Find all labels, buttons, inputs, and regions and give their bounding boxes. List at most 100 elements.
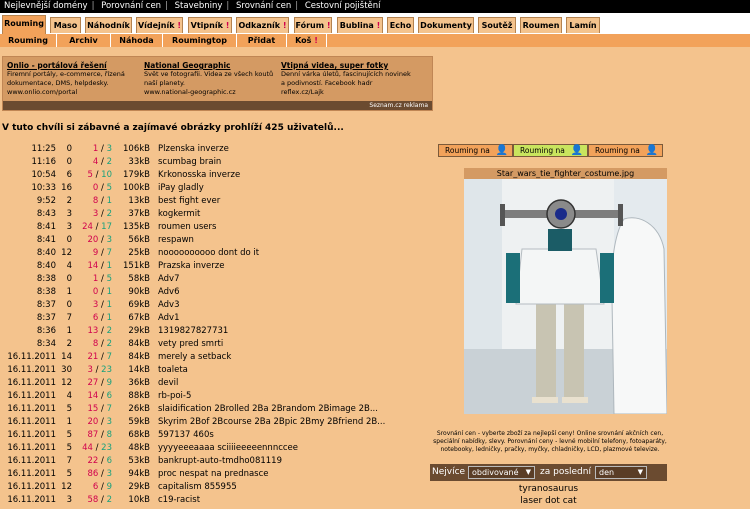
row-title-link[interactable]: kogkermit [158, 208, 200, 221]
ad-title[interactable]: Onlio - portálová řešení [7, 61, 137, 70]
row-title-link[interactable]: Krkonosska inverze [158, 169, 240, 182]
top-link[interactable]: Srovnání cen [236, 1, 291, 11]
table-row[interactable]: 8:41 3 24 / 17 135kB roumen users [0, 221, 430, 234]
table-row[interactable]: 10:54 6 5 / 10 179kB Krkonosska inverze [0, 169, 430, 182]
row-title-link[interactable]: rb-poi-5 [158, 390, 191, 403]
ad-url[interactable]: www.national-geographic.cz [144, 88, 274, 97]
row-title-link[interactable]: Adv6 [158, 286, 180, 299]
table-row[interactable]: 16.11.2011 5 15 / 7 26kB slaidification 2Bro… [0, 403, 430, 416]
row-title-link[interactable]: slaidification 2Brolled 2Ba 2Brandom 2Bi… [158, 403, 378, 416]
table-row[interactable]: 16.11.2011 3 58 / 2 10kB c19-racist [0, 494, 430, 507]
table-row[interactable]: 16.11.2011 12 6 / 9 29kB capitalism 855955 [0, 481, 430, 494]
tab-rouming[interactable]: Rouming [2, 15, 46, 34]
tab-roumen[interactable]: Roumen [520, 17, 562, 33]
table-row[interactable]: 10:33 16 0 / 5 100kB iPay gladly [0, 182, 430, 195]
row-title-link[interactable]: capitalism 855955 [158, 481, 237, 494]
preview-photo[interactable] [464, 179, 667, 414]
table-row[interactable]: 9:52 2 8 / 1 13kB best fight ever [0, 195, 430, 208]
row-title-link[interactable]: roumen users [158, 221, 216, 234]
ad-title[interactable]: National Geographic [144, 61, 274, 70]
ad-url[interactable]: reflex.cz/Lajk [281, 88, 411, 97]
row-title-link[interactable]: merely a setback [158, 351, 231, 364]
tab-bublina[interactable]: Bublina ! [337, 17, 383, 33]
top-list-item[interactable]: laser dot cat [430, 495, 667, 507]
row-title-link[interactable]: 597137 460s [158, 429, 214, 442]
table-row[interactable]: 16.11.2011 5 44 / 23 48kB yyyyeeeaaaa sciiii… [0, 442, 430, 455]
rouming-button[interactable]: Rouming na 👤 [438, 144, 513, 157]
image-caption[interactable]: Star_wars_tie_fighter_costume.jpg [464, 168, 667, 179]
table-row[interactable]: 16.11.2011 1 20 / 3 59kB Skyrim 2Bof 2Bcours… [0, 416, 430, 429]
tab-lamin[interactable]: Lamín [566, 17, 600, 33]
ad-url[interactable]: www.onlio.com/portal [7, 88, 137, 97]
row-title-link[interactable]: 1319827827731 [158, 325, 228, 338]
table-row[interactable]: 16.11.2011 4 14 / 6 88kB rb-poi-5 [0, 390, 430, 403]
tab-maso[interactable]: Maso [50, 17, 81, 33]
ad-footer[interactable]: Seznam.cz reklama [3, 101, 432, 110]
top-link[interactable]: Cestovní pojištění [305, 1, 381, 11]
row-title-link[interactable]: Adv3 [158, 299, 180, 312]
table-row[interactable]: 16.11.2011 5 86 / 3 94kB proc nespat na pred… [0, 468, 430, 481]
subnav-archiv[interactable]: Archiv [57, 34, 111, 47]
subnav-kos[interactable]: Koš ! [287, 34, 327, 47]
tab-odkaznik[interactable]: Odkazník ! [236, 17, 289, 33]
ad-item[interactable]: Onlio - portálová řešení Firemní portály… [7, 61, 137, 97]
subnav-rouming[interactable]: Rouming [0, 34, 57, 47]
ad-item[interactable]: National Geographic Svět ve fotografii. … [144, 61, 274, 97]
rouming-button[interactable]: Rouming na 👤 [513, 144, 588, 157]
row-title-link[interactable]: noooooooooo dont do it [158, 247, 259, 260]
row-title-link[interactable]: Plzenska inverze [158, 143, 229, 156]
table-row[interactable]: 16.11.2011 30 3 / 23 14kB toaleta [0, 364, 430, 377]
metric-select[interactable]: obdivované ▼ [468, 466, 535, 479]
row-title-link[interactable]: Prazska inverze [158, 260, 224, 273]
row-title-link[interactable]: Adv1 [158, 312, 180, 325]
row-title-link[interactable]: yyyyeeeaaaa sciiiieeeeennnccee [158, 442, 298, 455]
row-title-link[interactable]: respawn [158, 234, 194, 247]
ad-item[interactable]: Vtipná videa, super fotky Denní várka úl… [281, 61, 411, 97]
table-row[interactable]: 8:37 7 6 / 1 67kB Adv1 [0, 312, 430, 325]
tab-videjnik[interactable]: Vídejník ! [136, 17, 183, 33]
row-title-link[interactable]: scumbag brain [158, 156, 221, 169]
top-link[interactable]: Porovnání cen [101, 1, 161, 11]
top-link[interactable]: Stavebniny [175, 1, 223, 11]
table-row[interactable]: 8:40 4 14 / 1 151kB Prazska inverze [0, 260, 430, 273]
table-row[interactable]: 8:38 0 1 / 5 58kB Adv7 [0, 273, 430, 286]
row-title-link[interactable]: bankrupt-auto-tmdho081119 [158, 455, 282, 468]
period-select[interactable]: den ▼ [595, 466, 647, 479]
table-row[interactable]: 11:16 0 4 / 2 33kB scumbag brain [0, 156, 430, 169]
row-title-link[interactable]: proc nespat na prednasce [158, 468, 269, 481]
table-row[interactable]: 8:38 1 0 / 1 90kB Adv6 [0, 286, 430, 299]
row-title-link[interactable]: Adv7 [158, 273, 180, 286]
top-link[interactable]: Nejlevnější domény [4, 1, 88, 11]
row-title-link[interactable]: iPay gladly [158, 182, 204, 195]
subnav-pridat[interactable]: Přidat [237, 34, 287, 47]
tab-soutez[interactable]: Soutěž [478, 17, 516, 33]
ad-title[interactable]: Vtipná videa, super fotky [281, 61, 411, 70]
table-row[interactable]: 16.11.2011 5 87 / 8 68kB 597137 460s [0, 429, 430, 442]
tab-forum[interactable]: Fórum ! [294, 17, 332, 33]
row-title-link[interactable]: c19-racist [158, 494, 200, 507]
table-row[interactable]: 8:36 1 13 / 2 29kB 1319827827731 [0, 325, 430, 338]
subnav-roumingtop[interactable]: Roumingtop [163, 34, 237, 47]
row-title-link[interactable]: devil [158, 377, 178, 390]
table-row[interactable]: 11:25 0 1 / 3 106kB Plzenska inverze [0, 143, 430, 156]
tab-echo[interactable]: Echo [387, 17, 414, 33]
table-row[interactable]: 16.11.2011 12 27 / 9 36kB devil [0, 377, 430, 390]
tab-nahodnik[interactable]: Náhodník [85, 17, 132, 33]
row-title-link[interactable]: vety pred smrti [158, 338, 223, 351]
subnav-nahoda[interactable]: Náhoda [111, 34, 163, 47]
row-title-link[interactable]: best fight ever [158, 195, 220, 208]
table-row[interactable]: 16.11.2011 7 22 / 6 53kB bankrupt-auto-tmdho… [0, 455, 430, 468]
table-row[interactable]: 8:37 0 3 / 1 69kB Adv3 [0, 299, 430, 312]
top-list-item[interactable]: tyranosaurus [430, 483, 667, 495]
tab-dokumenty[interactable]: Dokumenty [418, 17, 474, 33]
row-title-link[interactable]: Skyrim 2Bof 2Bcourse 2Ba 2Bpic 2Bmy 2Bfr… [158, 416, 385, 429]
table-row[interactable]: 8:43 3 3 / 2 37kB kogkermit [0, 208, 430, 221]
table-row[interactable]: 8:40 12 9 / 7 25kB noooooooooo dont do it [0, 247, 430, 260]
row-title-link[interactable]: toaleta [158, 364, 188, 377]
tab-vtipnik[interactable]: Vtipník ! [188, 17, 232, 33]
table-row[interactable]: 16.11.2011 14 21 / 7 84kB merely a setback [0, 351, 430, 364]
rouming-button[interactable]: Rouming na 👤 [588, 144, 663, 157]
dislikes-count: 23 [101, 365, 112, 375]
table-row[interactable]: 8:41 0 20 / 3 56kB respawn [0, 234, 430, 247]
table-row[interactable]: 8:34 2 8 / 2 84kB vety pred smrti [0, 338, 430, 351]
